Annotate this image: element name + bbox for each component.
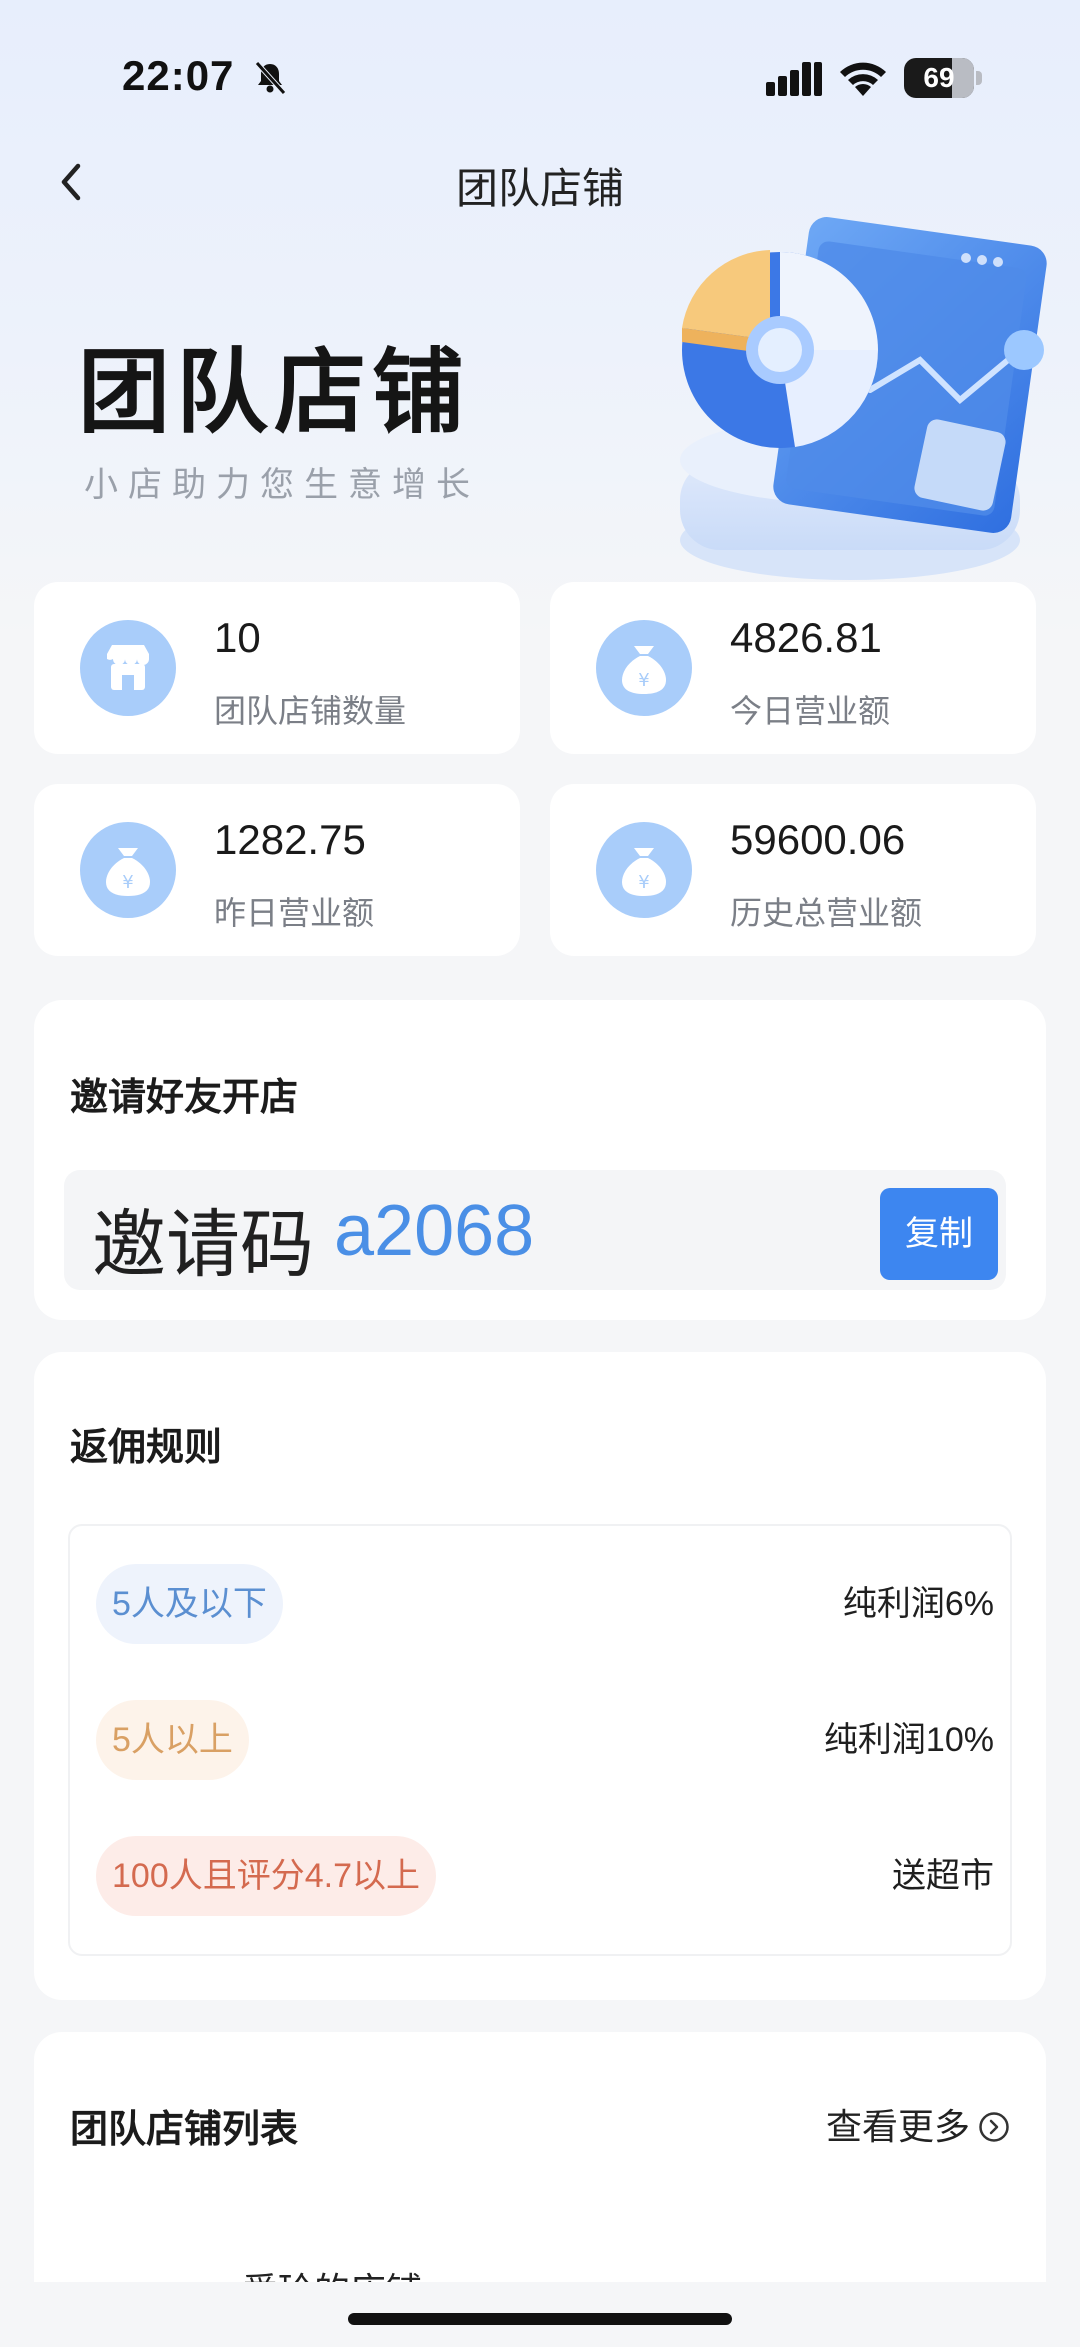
rules-section-title: 返佣规则 <box>70 1427 223 1469</box>
stat-card-today-revenue: ¥ 4826.81 今日营业额 <box>550 582 1036 754</box>
stat-value: 1282.75 <box>214 816 366 863</box>
battery-icon: 69 <box>904 58 982 98</box>
rule-tag: 5人以上 <box>96 1700 249 1780</box>
stat-value: 59600.06 <box>730 816 906 863</box>
hero-title: 团队店铺 <box>78 342 471 444</box>
invite-code-label: 邀请码 <box>92 1203 314 1286</box>
rule-value: 送超市 <box>892 1857 994 1895</box>
money-bag-icon: ¥ <box>596 620 692 716</box>
battery-level: 69 <box>923 62 955 93</box>
invite-code-value: a2068 <box>334 1191 535 1271</box>
nav-title: 团队店铺 <box>455 165 624 212</box>
svg-text:¥: ¥ <box>638 872 649 893</box>
bell-muted-icon <box>255 61 286 95</box>
money-bag-icon: ¥ <box>596 822 692 918</box>
status-time: 22:07 <box>122 52 235 99</box>
stat-value: 10 <box>214 614 261 661</box>
rule-value: 纯利润10% <box>823 1721 994 1759</box>
home-indicator <box>348 2313 732 2325</box>
store-list-title: 团队店铺列表 <box>70 2109 299 2151</box>
invite-section: 邀请好友开店 邀请码 a2068 复制 <box>34 1000 1046 1320</box>
svg-text:¥: ¥ <box>638 670 649 691</box>
view-more-link[interactable]: 查看更多 <box>826 2098 1010 2150</box>
hero-subtitle: 小店助力您生意增长 <box>84 466 480 504</box>
rule-row: 5人以上 纯利润10% <box>70 1700 1014 1780</box>
stat-label: 今日营业额 <box>730 693 891 729</box>
stat-card-store-count: 10 团队店铺数量 <box>34 582 520 754</box>
rule-tag: 5人及以下 <box>96 1564 283 1644</box>
rule-row: 5人及以下 纯利润6% <box>70 1564 1014 1644</box>
stat-label: 历史总营业额 <box>730 895 923 931</box>
stat-value: 4826.81 <box>730 614 882 661</box>
invite-section-title: 邀请好友开店 <box>70 1077 299 1119</box>
wifi-icon <box>840 62 886 96</box>
svg-text:¥: ¥ <box>122 872 133 893</box>
store-icon <box>80 620 176 716</box>
view-more-label: 查看更多 <box>825 2106 970 2147</box>
stat-label: 昨日营业额 <box>214 895 375 931</box>
stat-label: 团队店铺数量 <box>214 693 407 729</box>
pie-chart-illustration <box>680 217 1047 580</box>
stat-card-total-revenue: ¥ 59600.06 历史总营业额 <box>550 784 1036 956</box>
status-bar: 22:07 69 <box>0 0 1080 150</box>
chevron-circle-right-icon <box>979 2112 1009 2142</box>
money-bag-icon: ¥ <box>80 822 176 918</box>
copy-button[interactable]: 复制 <box>880 1188 998 1280</box>
rule-tag: 100人且评分4.7以上 <box>96 1836 436 1916</box>
rule-value: 纯利润6% <box>842 1585 994 1623</box>
commission-rules-section: 返佣规则 5人及以下 纯利润6% 5人以上 纯利润10% 100人且评分4.7以… <box>34 1352 1046 2000</box>
stat-card-yesterday-revenue: ¥ 1282.75 昨日营业额 <box>34 784 520 956</box>
cellular-signal-icon <box>766 62 822 96</box>
rules-list: 5人及以下 纯利润6% 5人以上 纯利润10% 100人且评分4.7以上 送超市 <box>68 1524 1012 1956</box>
rule-row: 100人且评分4.7以上 送超市 <box>70 1836 1014 1916</box>
